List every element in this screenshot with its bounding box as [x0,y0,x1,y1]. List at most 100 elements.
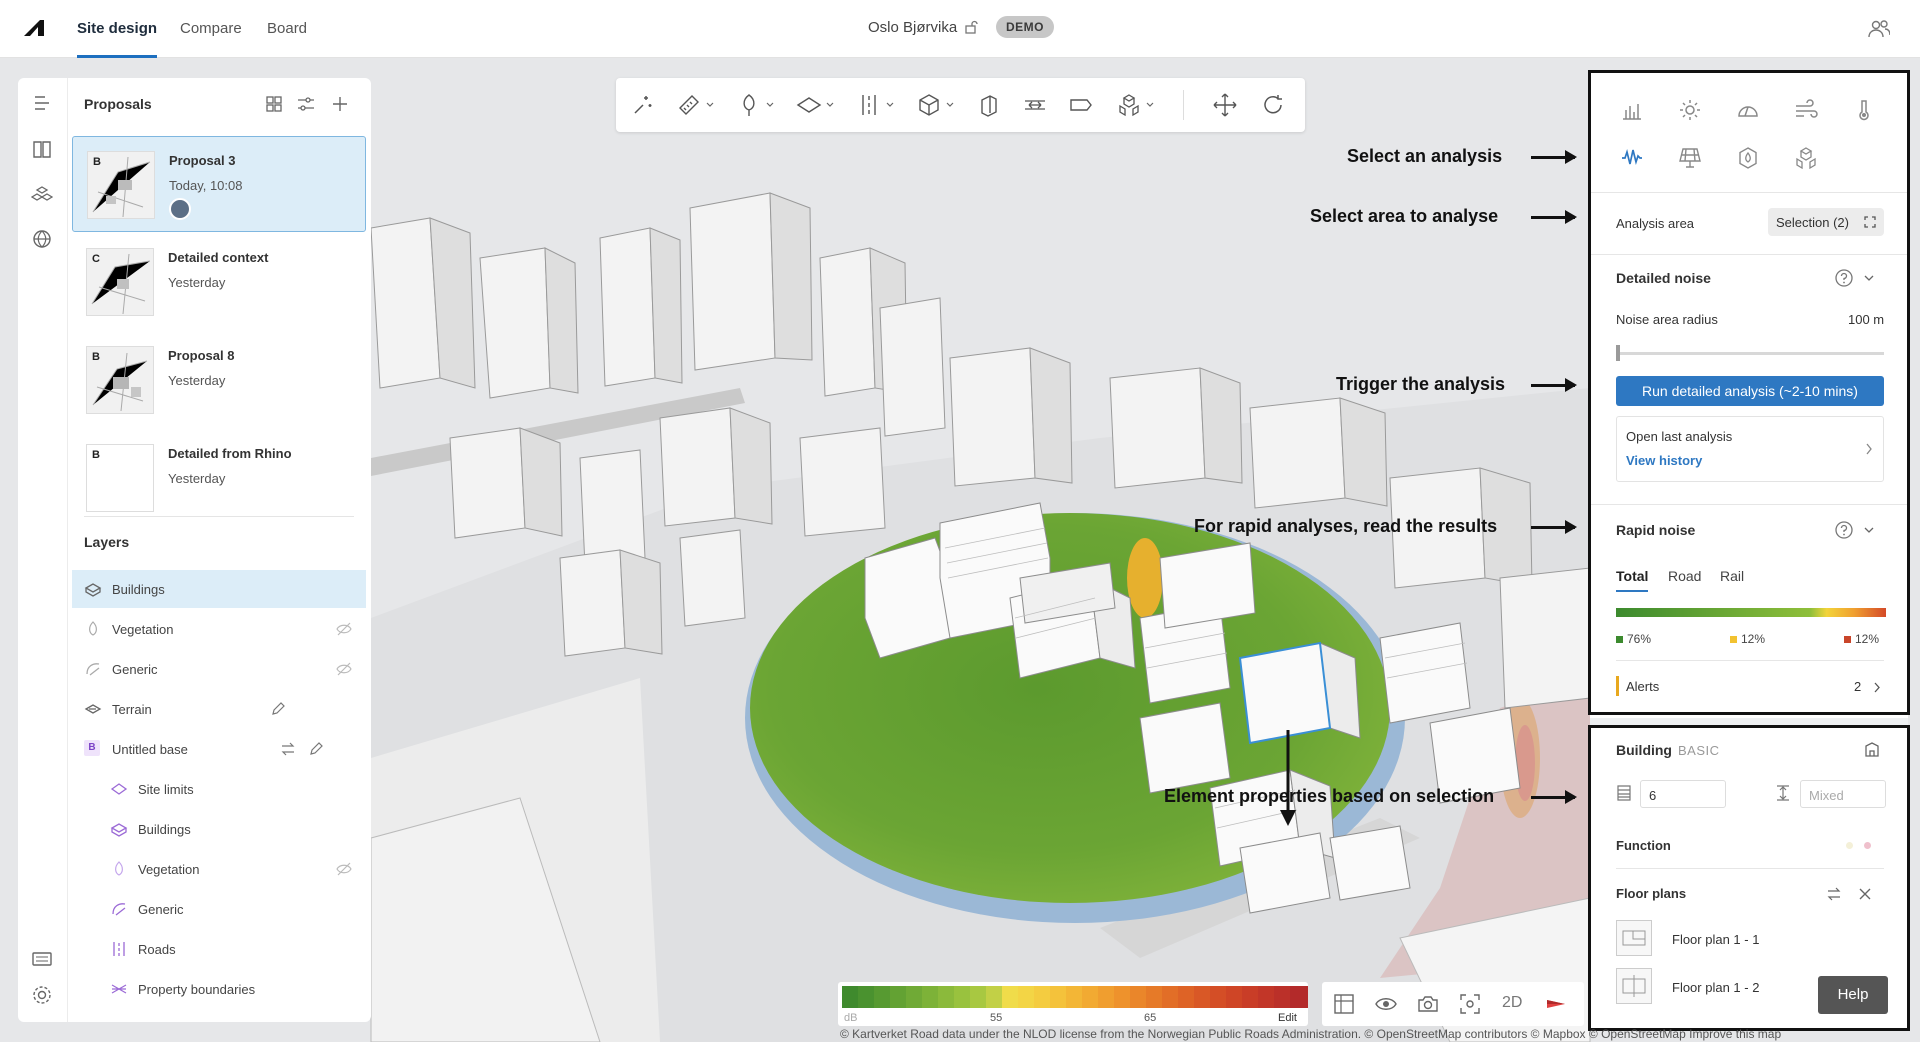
settings-gear-icon[interactable] [31,984,53,1006]
proposal-name: Detailed context [168,250,269,265]
proposal-date: Yesterday [168,275,226,290]
filter-sliders-icon[interactable] [296,94,316,114]
layer-site-limits[interactable]: Site limits [72,770,366,808]
chevron-down-icon[interactable] [706,102,714,108]
proposal-name: Proposal 3 [169,153,236,168]
view-controls: 2D [1322,982,1584,1026]
layer-terrain[interactable]: Terrain [72,690,366,728]
people-icon[interactable] [1868,18,1890,40]
book-icon[interactable] [31,138,53,160]
layer-roads[interactable]: Roads [72,930,366,968]
noise-legend-gradient [842,986,1308,1008]
add-proposal-icon[interactable] [330,94,350,114]
layer-base-vegetation[interactable]: Vegetation [72,850,366,888]
proposal-card[interactable]: B Detailed from Rhino Yesterday [72,430,366,526]
proposal-thumbnail: B [87,151,155,219]
unlock-icon[interactable] [964,20,978,34]
proposal-base-letter: B [92,449,100,461]
proposal-card[interactable]: C Detailed context Yesterday [72,234,366,330]
keyboard-icon[interactable] [31,948,53,970]
rotate-icon[interactable] [1260,92,1286,118]
swap-icon[interactable] [280,741,296,757]
eye-icon[interactable] [1374,992,1398,1016]
leaf-icon [115,861,123,876]
terrain-icon [84,704,102,714]
annotation-element-props: Element properties based on selection [1164,786,1495,806]
annotation-select-analysis: Select an analysis [1347,146,1503,166]
layer-property-boundaries[interactable]: Property boundaries [72,970,366,1008]
annotation-arrow [1531,378,1577,392]
compass-north-icon[interactable] [1544,992,1568,1016]
annotation-arrow [1531,210,1577,224]
cubes-cluster-icon[interactable] [1116,92,1142,118]
leaf-icon [89,621,97,636]
ruler-icon[interactable] [676,92,702,118]
demo-badge: DEMO [996,16,1054,38]
chevron-down-icon[interactable] [1146,102,1154,108]
annotation-frame-building [1588,725,1910,1031]
cubes-icon[interactable] [31,184,53,206]
camera-icon[interactable] [1416,992,1440,1016]
move-arrows-icon[interactable] [1212,92,1238,118]
road-tool-icon[interactable] [856,92,882,118]
layer-label: Vegetation [112,622,174,637]
layer-untitled-base[interactable]: B Untitled base [72,730,366,768]
buildings-layer-icon [110,823,128,837]
tab-site-design[interactable]: Site design [77,20,158,58]
layer-buildings[interactable]: Buildings [72,570,366,608]
tree-icon[interactable] [736,92,762,118]
building-block-icon[interactable] [976,92,1002,118]
proposal-name: Detailed from Rhino [168,446,292,461]
layer-base-generic[interactable]: Generic [72,890,366,928]
legend-tick-55: 55 [990,1012,1003,1024]
legend-edit-button[interactable]: Edit [1278,1012,1297,1024]
legend-unit: dB [844,1012,858,1024]
layer-generic[interactable]: Generic [72,650,366,688]
layer-label: Roads [138,942,176,957]
divider [84,516,354,517]
plane-icon[interactable] [796,92,822,118]
grid-plan-icon[interactable] [1332,992,1356,1016]
tab-board[interactable]: Board [267,20,307,58]
annotation-trigger: Trigger the analysis [1336,374,1506,394]
ai-select-icon[interactable] [630,92,656,118]
eye-hidden-icon[interactable] [336,621,352,637]
eye-hidden-icon[interactable] [336,861,352,877]
tag-icon[interactable] [1068,92,1094,118]
chevron-down-icon[interactable] [766,102,774,108]
proposal-base-letter: B [92,351,100,363]
layer-label: Untitled base [112,742,188,757]
buildings-layer-icon [84,583,102,597]
roads-icon [113,942,125,956]
edit-pencil-icon[interactable] [308,741,324,757]
proposal-date: Today, 10:08 [169,178,243,193]
menu-icon[interactable] [31,92,53,114]
layer-vegetation[interactable]: Vegetation [72,610,366,648]
globe-icon[interactable] [31,228,53,250]
chevron-down-icon[interactable] [826,102,834,108]
toolbar-divider [1183,90,1184,120]
focus-frame-icon[interactable] [1458,992,1482,1016]
dimension-icon[interactable] [1022,92,1048,118]
avatar [169,198,191,220]
eye-hidden-icon[interactable] [336,661,352,677]
top-bar: Site design Compare Board Oslo Bjørvika … [0,0,1920,58]
autodesk-logo-icon[interactable] [22,18,46,38]
chevron-down-icon[interactable] [886,102,894,108]
proposal-name: Proposal 8 [168,348,235,363]
tab-compare[interactable]: Compare [180,20,242,58]
grid-view-icon[interactable] [264,94,284,114]
cube-icon[interactable] [916,92,942,118]
proposal-card[interactable]: B Proposal 8 Yesterday [72,332,366,428]
layer-label: Property boundaries [138,982,256,997]
proposal-thumbnail: C [86,248,154,316]
edit-pencil-icon[interactable] [270,701,286,717]
proposal-card[interactable]: B Proposal 3 Today, 10:08 [72,136,366,232]
legend-tick-65: 65 [1144,1012,1157,1024]
layer-base-buildings[interactable]: Buildings [72,810,366,848]
generic-shape-icon [112,903,126,916]
chevron-down-icon[interactable] [946,102,954,108]
2d-toggle[interactable]: 2D [1502,994,1522,1012]
site-limits-icon [110,783,128,795]
project-title[interactable]: Oslo Bjørvika [868,19,957,36]
